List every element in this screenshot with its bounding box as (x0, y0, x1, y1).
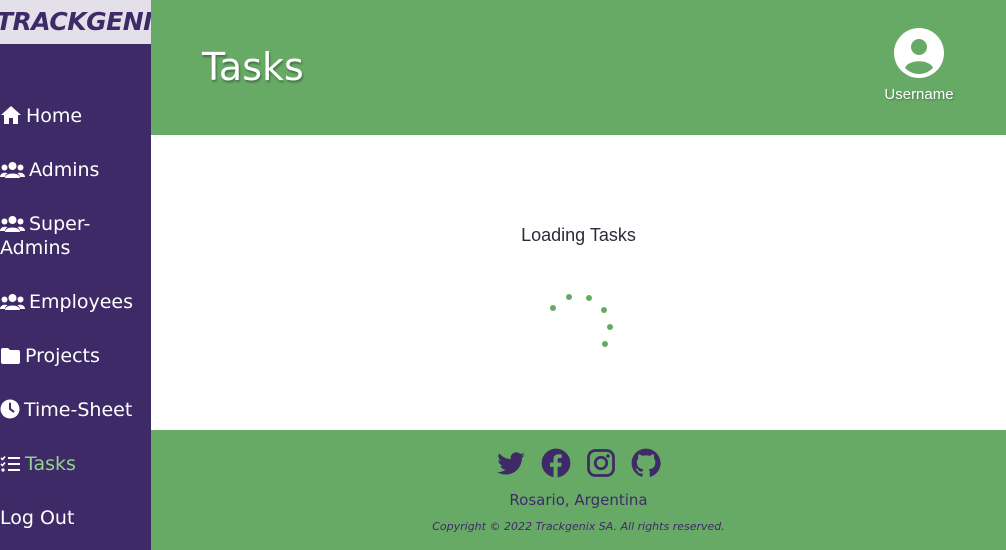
footer-location: Rosario, Argentina (509, 491, 648, 509)
sidebar-item-tasks[interactable]: Tasks (0, 452, 151, 476)
folder-icon (0, 347, 21, 365)
logo[interactable]: TRACKGENIX (0, 0, 151, 44)
github-icon[interactable] (631, 448, 661, 478)
clock-icon (0, 399, 20, 419)
user-menu[interactable]: Username (884, 28, 954, 103)
users-icon (0, 215, 25, 233)
loading-text: Loading Tasks (521, 225, 636, 245)
username: Username (884, 86, 954, 103)
user-circle-icon (894, 28, 944, 78)
sidebar-item-log-out[interactable]: Log Out (0, 506, 151, 530)
sidebar-item-employees[interactable]: Employees (0, 290, 151, 314)
logo-text: TRACKGENIX (0, 7, 151, 36)
users-icon (0, 161, 25, 179)
home-icon (0, 105, 22, 125)
page-header: Tasks Username (151, 0, 1006, 135)
sidebar-item-label: Employees (29, 291, 133, 313)
sidebar-item-home[interactable]: Home (0, 104, 151, 128)
social-links (151, 448, 1006, 478)
sidebar-item-admins[interactable]: Admins (0, 158, 151, 182)
twitter-icon[interactable] (496, 448, 526, 478)
tasks-icon (0, 455, 21, 473)
sidebar-item-label: Log Out (0, 507, 75, 529)
sidebar-item-label: Projects (25, 345, 100, 367)
main-content: Loading Tasks (151, 135, 1006, 430)
users-icon (0, 293, 25, 311)
sidebar-item-super-admins[interactable]: Super-Admins (0, 212, 151, 260)
facebook-icon[interactable] (541, 448, 571, 478)
sidebar-item-label: Home (26, 105, 83, 127)
sidebar-item-label: Admins (29, 159, 100, 181)
sidebar-item-time-sheet[interactable]: Time-Sheet (0, 398, 151, 422)
page-title: Tasks (202, 45, 304, 89)
sidebar-item-projects[interactable]: Projects (0, 344, 151, 368)
sidebar-item-label: Time-Sheet (24, 399, 133, 421)
sidebar-item-label: Tasks (25, 453, 76, 475)
footer-copyright: Copyright © 2022 Trackgenix SA. All righ… (432, 520, 725, 533)
loading-spinner-icon (546, 280, 616, 359)
instagram-icon[interactable] (586, 448, 616, 478)
sidebar: TRACKGENIX Home Admins Super-Admins Empl… (0, 0, 151, 550)
footer: Rosario, Argentina Copyright © 2022 Trac… (151, 430, 1006, 550)
